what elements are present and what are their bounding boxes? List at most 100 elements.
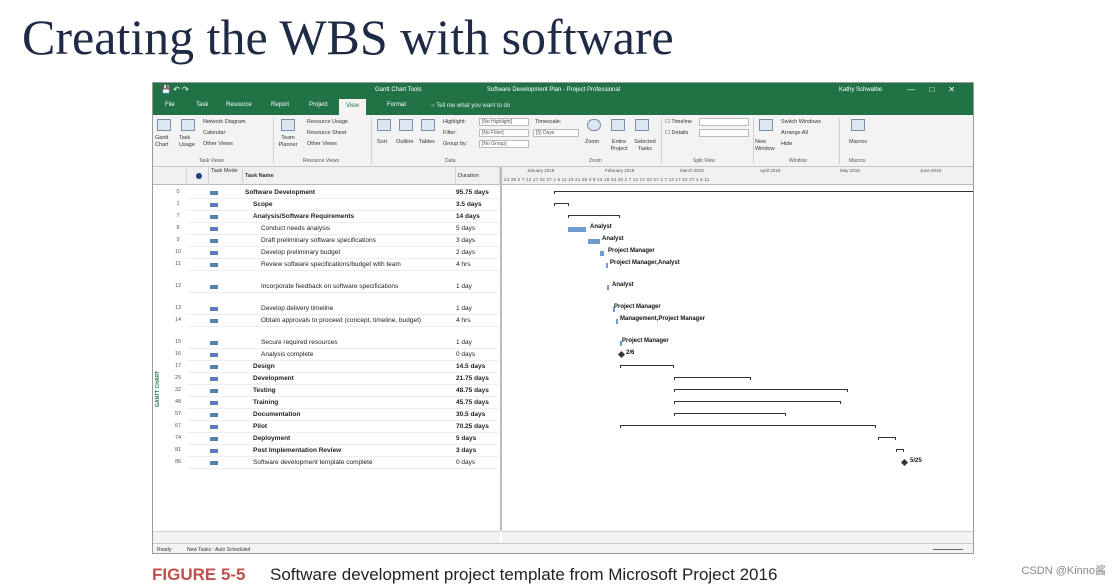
- other-views-2-button[interactable]: Other Views: [307, 141, 337, 148]
- summary-bar[interactable]: [674, 413, 786, 416]
- task-duration-cell[interactable]: 48.75 days: [456, 387, 489, 394]
- task-name-cell[interactable]: Deployment: [253, 435, 290, 442]
- zoom-icon[interactable]: [587, 119, 601, 131]
- tab-format[interactable]: Format: [387, 102, 406, 108]
- row-id[interactable]: 25: [169, 375, 187, 381]
- summary-bar[interactable]: [568, 215, 620, 218]
- row-id[interactable]: 17: [169, 363, 187, 369]
- task-duration-cell[interactable]: 14.5 days: [456, 363, 485, 370]
- task-name-cell[interactable]: Secure required resources: [261, 339, 338, 346]
- details-checkbox[interactable]: ☐ Details: [665, 130, 688, 137]
- status-new-tasks[interactable]: New Tasks : Auto Scheduled: [187, 547, 250, 553]
- row-header-corner[interactable]: [153, 167, 187, 185]
- task-name-cell[interactable]: Software Development: [245, 189, 315, 196]
- row-id[interactable]: 1: [169, 201, 187, 207]
- tab-task[interactable]: Task: [196, 102, 208, 108]
- task-duration-cell[interactable]: 1 day: [456, 339, 472, 346]
- task-name-cell[interactable]: Analysis complete: [261, 351, 313, 358]
- summary-bar[interactable]: [896, 449, 904, 452]
- new-window-icon[interactable]: [759, 119, 773, 131]
- task-duration-cell[interactable]: 95.75 days: [456, 189, 489, 196]
- row-id[interactable]: 10: [169, 249, 187, 255]
- task-name-cell[interactable]: Conduct needs analysis: [261, 225, 330, 232]
- row-id[interactable]: 8: [169, 225, 187, 231]
- task-duration-cell[interactable]: 4 hrs: [456, 317, 470, 324]
- tab-report[interactable]: Report: [271, 102, 289, 108]
- task-name-cell[interactable]: Design: [253, 363, 275, 370]
- timeline-checkbox[interactable]: ☐ Timeline: [665, 119, 692, 126]
- grid-horizontal-scrollbar[interactable]: [153, 531, 500, 543]
- row-id[interactable]: 16: [169, 351, 187, 357]
- task-duration-cell[interactable]: 14 days: [456, 213, 480, 220]
- zoom-slider[interactable]: [933, 549, 963, 550]
- summary-bar[interactable]: [674, 389, 848, 392]
- macros-icon[interactable]: [851, 119, 865, 131]
- row-id[interactable]: 0: [169, 189, 187, 195]
- task-bar[interactable]: [606, 263, 608, 268]
- task-name-cell[interactable]: Training: [253, 399, 278, 406]
- milestone-diamond[interactable]: [900, 458, 909, 467]
- user-name[interactable]: Kathy Schwalbe: [839, 87, 882, 93]
- summary-bar[interactable]: [674, 377, 751, 380]
- row-id[interactable]: 86: [169, 459, 187, 465]
- tables-icon[interactable]: [421, 119, 435, 131]
- task-duration-cell[interactable]: 0 days: [456, 459, 475, 466]
- tab-resource[interactable]: Resource: [226, 102, 252, 108]
- summary-bar[interactable]: [554, 203, 569, 206]
- team-planner-button[interactable]: Team Planner: [275, 135, 301, 149]
- arrange-all-button[interactable]: Arrange All: [781, 130, 808, 137]
- task-name-cell[interactable]: Incorporate feedback on software specifi…: [261, 283, 398, 290]
- row-id[interactable]: 57: [169, 411, 187, 417]
- summary-bar[interactable]: [878, 437, 896, 440]
- task-duration-cell[interactable]: 70.25 days: [456, 423, 489, 430]
- task-name-cell[interactable]: Develop preliminary budget: [261, 249, 340, 256]
- network-diagram-button[interactable]: Network Diagram: [203, 119, 245, 126]
- task-bar[interactable]: [616, 319, 618, 324]
- row-id[interactable]: 15: [169, 339, 187, 345]
- window-controls[interactable]: —□✕: [907, 85, 969, 94]
- zoom-button[interactable]: Zoom: [585, 139, 599, 146]
- task-usage-icon[interactable]: [181, 119, 195, 131]
- task-name-cell[interactable]: Analysis/Software Requirements: [253, 213, 354, 220]
- task-name-cell[interactable]: Review software specifications/budget wi…: [261, 261, 401, 268]
- task-bar[interactable]: [588, 239, 600, 244]
- summary-bar[interactable]: [554, 191, 973, 194]
- row-id[interactable]: 81: [169, 447, 187, 453]
- summary-bar[interactable]: [674, 401, 841, 404]
- details-dropdown[interactable]: [699, 129, 749, 137]
- timescale-dropdown[interactable]: [5] Days: [533, 129, 579, 137]
- tell-me-search[interactable]: ○ Tell me what you want to do: [431, 103, 510, 109]
- task-name-cell[interactable]: Develop delivery timeline: [261, 305, 333, 312]
- entire-project-button[interactable]: Entire Project: [607, 139, 631, 153]
- selected-tasks-button[interactable]: Selected Tasks: [631, 139, 659, 153]
- row-id[interactable]: 48: [169, 399, 187, 405]
- entire-project-icon[interactable]: [611, 119, 625, 131]
- selected-tasks-icon[interactable]: [635, 119, 649, 131]
- task-duration-cell[interactable]: 5 days: [456, 225, 475, 232]
- resource-sheet-button[interactable]: Resource Sheet: [307, 130, 346, 137]
- task-duration-cell[interactable]: 4 hrs: [456, 261, 470, 268]
- group-by-dropdown[interactable]: [No Group]: [479, 140, 529, 148]
- team-planner-icon[interactable]: [281, 119, 295, 131]
- row-id[interactable]: 67: [169, 423, 187, 429]
- task-bar[interactable]: [600, 251, 604, 256]
- summary-bar[interactable]: [620, 425, 876, 428]
- task-name-cell[interactable]: Software development template complete: [253, 459, 373, 466]
- task-duration-cell[interactable]: 1 day: [456, 305, 472, 312]
- other-views-button[interactable]: Other Views: [203, 141, 233, 148]
- highlight-dropdown[interactable]: [No Highlight]: [479, 118, 529, 126]
- task-name-cell[interactable]: Development: [253, 375, 294, 382]
- summary-bar[interactable]: [620, 365, 674, 368]
- gantt-chart-button[interactable]: Gantt Chart: [155, 135, 177, 149]
- row-id[interactable]: 12: [169, 283, 187, 289]
- tab-file[interactable]: File: [165, 102, 175, 108]
- task-duration-cell[interactable]: 3 days: [456, 447, 476, 454]
- task-duration-cell[interactable]: 21.75 days: [456, 375, 489, 382]
- macros-button[interactable]: Macros: [849, 139, 867, 146]
- gantt-chart-icon[interactable]: [157, 119, 171, 131]
- task-bar[interactable]: [568, 227, 586, 232]
- timeline-dropdown[interactable]: [699, 118, 749, 126]
- task-name-cell[interactable]: Obtain approvals to proceed (concept, ti…: [261, 317, 421, 324]
- task-name-cell[interactable]: Scope: [253, 201, 273, 208]
- row-id[interactable]: 32: [169, 387, 187, 393]
